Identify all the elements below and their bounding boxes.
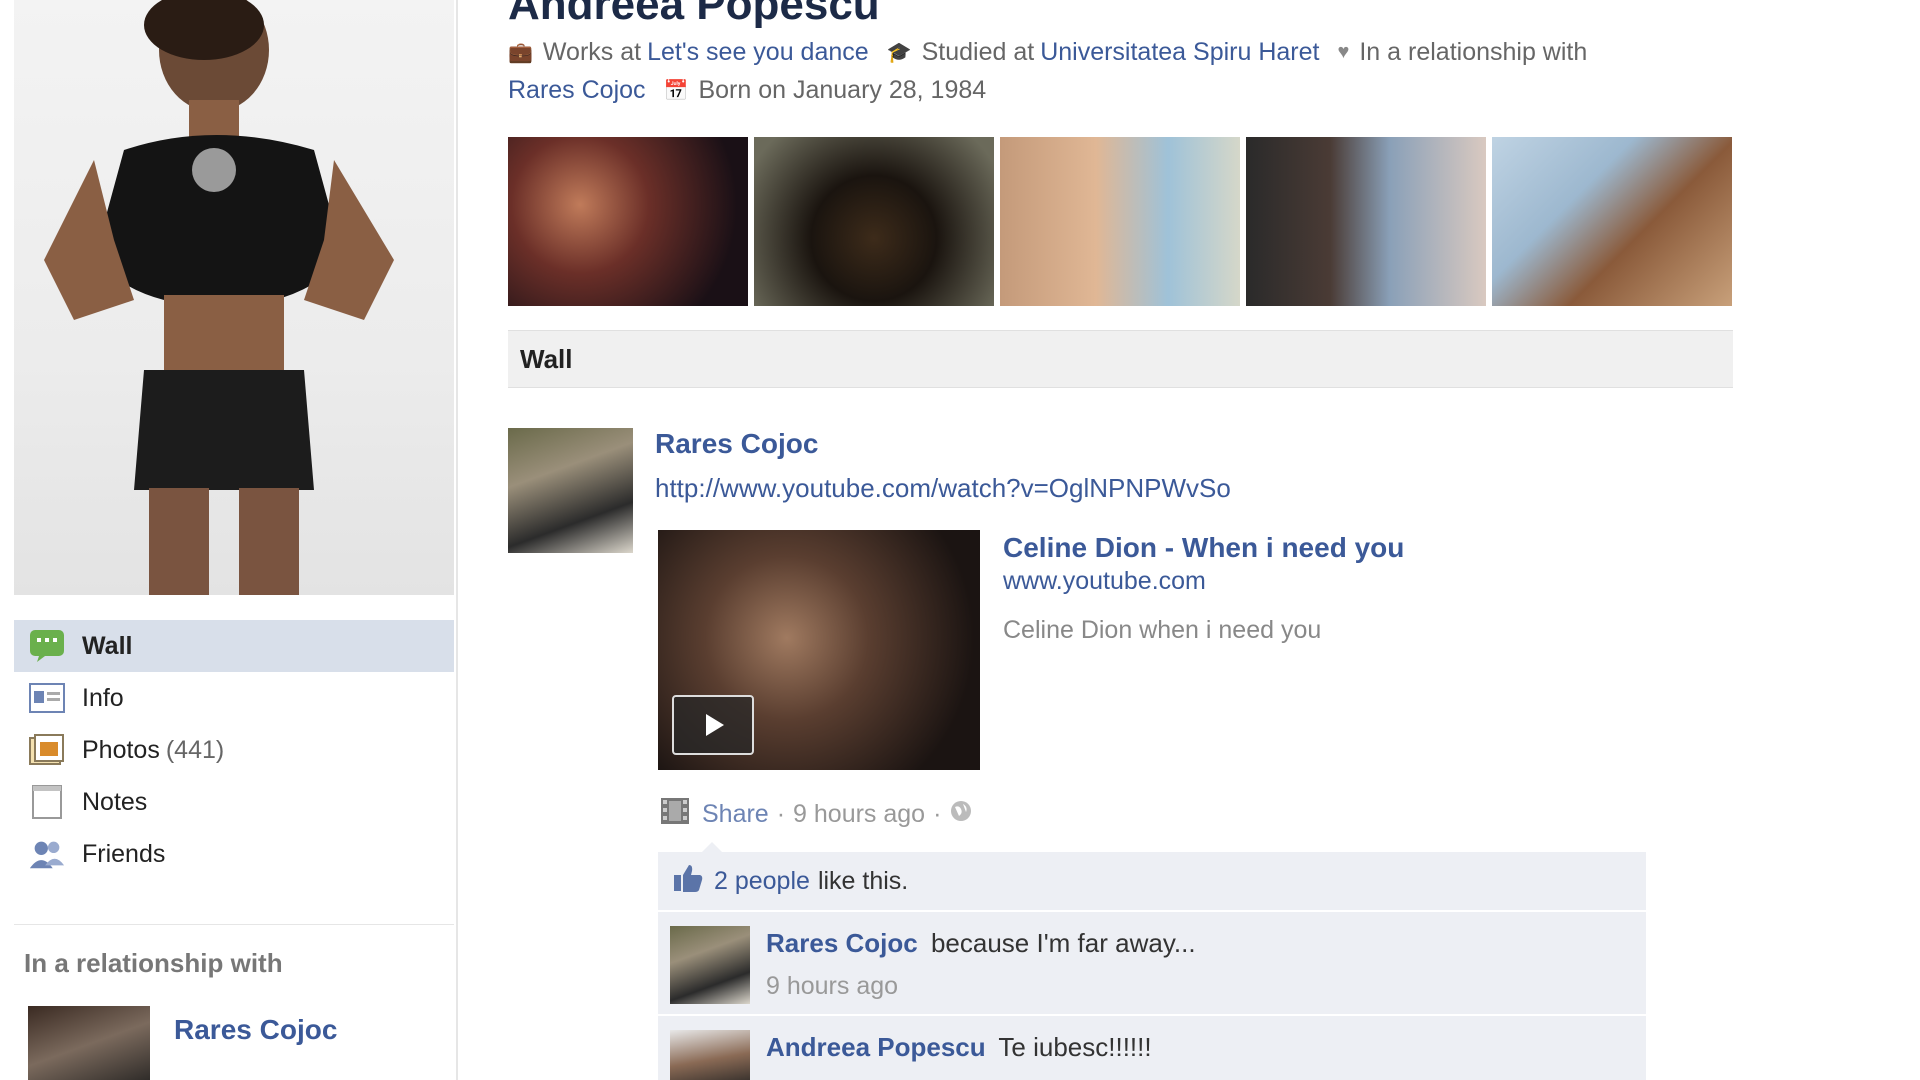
- graduation-cap-icon: 🎓: [886, 42, 912, 64]
- video-title-link[interactable]: Celine Dion - When i need you: [1003, 532, 1404, 564]
- sidebar-item-friends[interactable]: Friends: [14, 828, 454, 880]
- comment-avatar[interactable]: [670, 926, 750, 1004]
- video-domain-link[interactable]: www.youtube.com: [1003, 567, 1206, 596]
- comment-avatar[interactable]: [670, 1030, 750, 1080]
- separator: ·: [933, 800, 942, 828]
- film-icon: [660, 796, 690, 833]
- sidebar-item-info[interactable]: Info: [14, 672, 454, 724]
- photo-thumbnail[interactable]: [1492, 137, 1732, 306]
- photo-thumbnail[interactable]: [508, 137, 748, 306]
- play-icon[interactable]: [672, 695, 754, 755]
- sidebar-divider: [14, 924, 454, 925]
- sidebar-item-label: Info: [82, 683, 124, 712]
- post-actions: Share · 9 hours ago ·: [660, 796, 973, 833]
- birthday-text: Born on January 28, 1984: [698, 76, 987, 104]
- comment-author-link[interactable]: Rares Cojoc: [766, 928, 918, 958]
- wall-icon: [28, 629, 66, 663]
- likes-count-link[interactable]: 2 people: [714, 867, 810, 896]
- likes-suffix: like this.: [817, 866, 909, 895]
- page-title: Andreea Popescu: [508, 0, 880, 29]
- wall-section-header: Wall: [508, 330, 1733, 388]
- globe-icon: [949, 799, 973, 830]
- relationship-heading: In a relationship with: [24, 948, 283, 978]
- post-time: 9 hours ago: [793, 800, 926, 828]
- relationship-partner-link[interactable]: Rares Cojoc: [174, 1014, 337, 1046]
- works-place-link[interactable]: Let's see you dance: [647, 38, 869, 67]
- photos-count: (441): [165, 735, 225, 764]
- comment-item: Rares Cojoc because I'm far away... 9 ho…: [658, 912, 1646, 1016]
- relationship-prefix: In a relationship with: [1359, 38, 1588, 66]
- post-author-link[interactable]: Rares Cojoc: [655, 428, 818, 460]
- relationship-avatar[interactable]: [28, 1006, 150, 1080]
- studied-place-link[interactable]: Universitatea Spiru Haret: [1040, 38, 1319, 67]
- profile-picture[interactable]: [14, 0, 454, 595]
- photo-thumbnail[interactable]: [1000, 137, 1240, 306]
- comment-item: Andreea Popescu Te iubesc!!!!!!: [658, 1016, 1646, 1080]
- works-prefix: Works at: [542, 38, 642, 66]
- sidebar-nav: Wall Info Photos (441) Notes Friends: [14, 620, 454, 880]
- video-description: Celine Dion when i need you: [1003, 616, 1322, 644]
- friends-icon: [28, 837, 66, 871]
- calendar-icon: 📅: [663, 80, 689, 102]
- sidebar-item-label: Friends: [82, 839, 166, 868]
- comment-body: Rares Cojoc because I'm far away...: [766, 928, 1196, 959]
- comment-time: 9 hours ago: [766, 972, 899, 1000]
- heart-icon: ♥: [1337, 41, 1350, 63]
- info-icon: [28, 681, 66, 715]
- notes-icon: [28, 785, 66, 819]
- comments-caret: [702, 842, 722, 852]
- profile-info-line-2: Rares Cojoc 📅 Born on January 28, 1984: [508, 76, 986, 105]
- post-url-link[interactable]: http://www.youtube.com/watch?v=OglNPNPWv…: [655, 473, 1231, 504]
- relationship-partner-info-link[interactable]: Rares Cojoc: [508, 76, 646, 105]
- comments-block: 2 people like this. Rares Cojoc because …: [658, 842, 1646, 1080]
- comment-text: because I'm far away...: [930, 928, 1196, 958]
- briefcase-icon: 💼: [508, 42, 533, 64]
- left-column: Wall Info Photos (441) Notes Friends In …: [0, 0, 458, 1080]
- sidebar-item-label: Wall: [82, 631, 133, 660]
- separator: ·: [776, 800, 786, 828]
- sidebar-item-wall[interactable]: Wall: [14, 620, 454, 672]
- sidebar-item-label: Photos: [82, 735, 160, 764]
- comment-author-link[interactable]: Andreea Popescu: [766, 1032, 986, 1062]
- studied-prefix: Studied at: [921, 38, 1035, 66]
- post-author-avatar[interactable]: [508, 428, 633, 553]
- sidebar-item-notes[interactable]: Notes: [14, 776, 454, 828]
- thumbs-up-icon: [672, 863, 704, 900]
- photo-thumbnail[interactable]: [754, 137, 994, 306]
- sidebar-item-label: Notes: [82, 787, 148, 816]
- comment-body: Andreea Popescu Te iubesc!!!!!!: [766, 1032, 1152, 1063]
- photo-thumbnail[interactable]: [1246, 137, 1486, 306]
- likes-row: 2 people like this.: [658, 852, 1646, 912]
- comment-text: Te iubesc!!!!!!: [998, 1032, 1152, 1062]
- photo-strip: [508, 137, 1732, 306]
- profile-photo-figure: [44, 0, 394, 595]
- photos-icon: [28, 733, 66, 767]
- share-link[interactable]: Share: [702, 800, 769, 829]
- video-thumbnail[interactable]: [658, 530, 980, 770]
- profile-info-line-1: 💼 Works at Let's see you dance 🎓 Studied…: [508, 38, 1587, 67]
- sidebar-item-photos[interactable]: Photos (441): [14, 724, 454, 776]
